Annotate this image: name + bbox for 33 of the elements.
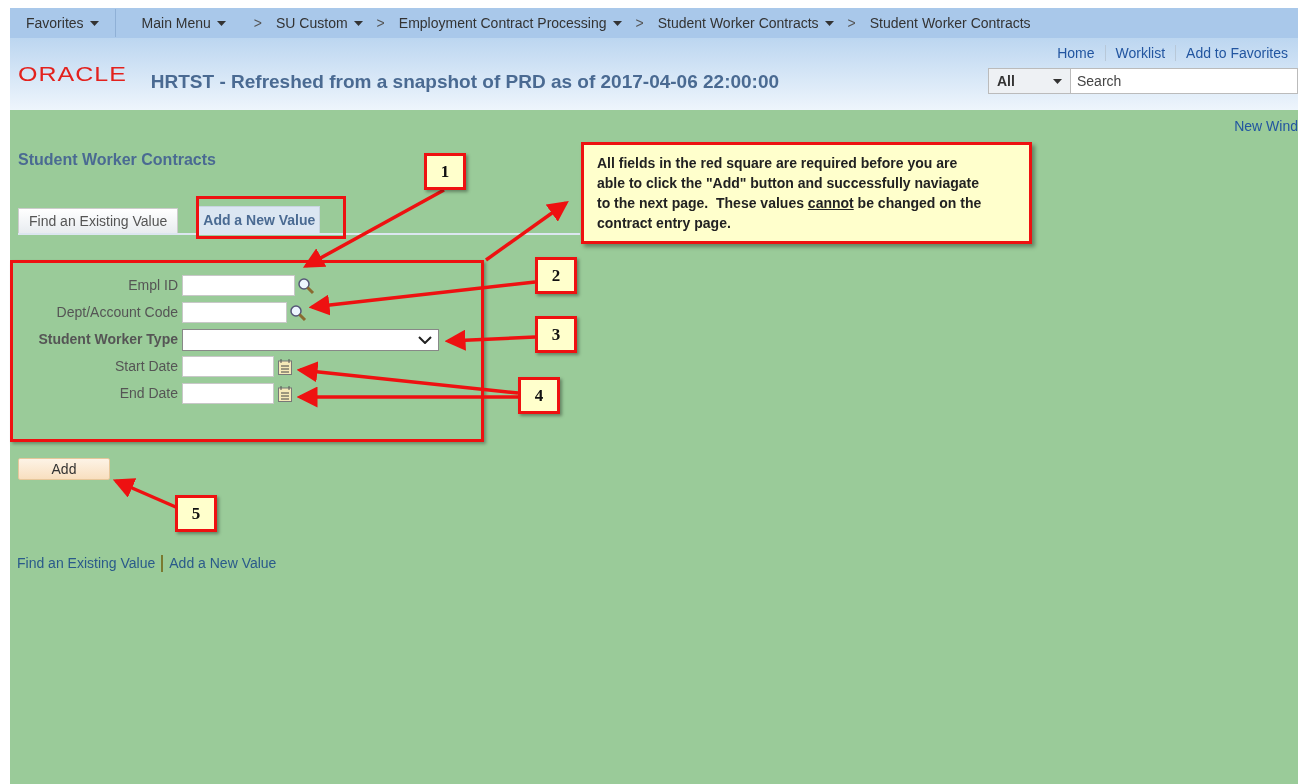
field-label: Student Worker Type	[37, 330, 179, 349]
field-label: End Date	[118, 384, 179, 403]
breadcrumb-menu[interactable]: SU Custom	[276, 12, 363, 34]
breadcrumb-menu[interactable]: Favorites	[10, 12, 115, 34]
page-link[interactable]: Find an Existing Value	[17, 553, 156, 574]
oracle-logo: ORACLE	[18, 61, 127, 88]
tab[interactable]: Add a New Value	[198, 206, 321, 233]
header-link[interactable]: Worklist	[1115, 42, 1166, 64]
header-link[interactable]: Home	[1057, 42, 1095, 64]
breadcrumb-menu[interactable]: Student Worker Contracts	[657, 12, 834, 34]
breadcrumb-menu[interactable]: Employment Contract Processing	[398, 12, 622, 34]
header-link[interactable]: Add to Favorites	[1186, 42, 1288, 64]
step-number-marker: 2	[535, 257, 577, 294]
page-link[interactable]: Add a New Value	[169, 553, 277, 574]
breadcrumb-separator: >	[847, 13, 856, 33]
breadcrumb-separator: >	[253, 13, 263, 33]
breadcrumb-menu[interactable]: Main Menu	[115, 12, 226, 34]
field-label: Start Date	[113, 357, 179, 376]
new-window-link[interactable]: New Wind	[1234, 116, 1298, 137]
breadcrumb-separator: >	[376, 13, 385, 33]
field-label: Empl ID	[127, 276, 179, 295]
environment-title: HRTST - Refreshed from a snapshot of PRD as of 2017-04-06 22:00:00	[150, 70, 780, 94]
breadcrumb-separator: >	[635, 13, 644, 33]
breadcrumb-menu[interactable]: Student Worker Contracts	[869, 12, 1031, 34]
callout-note: All fields in the red square are required before you are able to click the "Add" button and successfully naviagate to the next page. These values cannot be changed on the contract entry page.	[581, 142, 1032, 244]
tab[interactable]: Find an Existing Value	[18, 208, 179, 233]
step-number-marker: 1	[424, 153, 466, 190]
step-number-marker: 4	[518, 377, 560, 414]
add-button[interactable]: Add	[18, 458, 110, 480]
field-label: Dept/Account Code	[55, 303, 179, 322]
step-number-marker: 3	[535, 316, 577, 353]
page-title: Student Worker Contracts	[18, 150, 216, 170]
step-number-marker: 5	[175, 495, 217, 532]
